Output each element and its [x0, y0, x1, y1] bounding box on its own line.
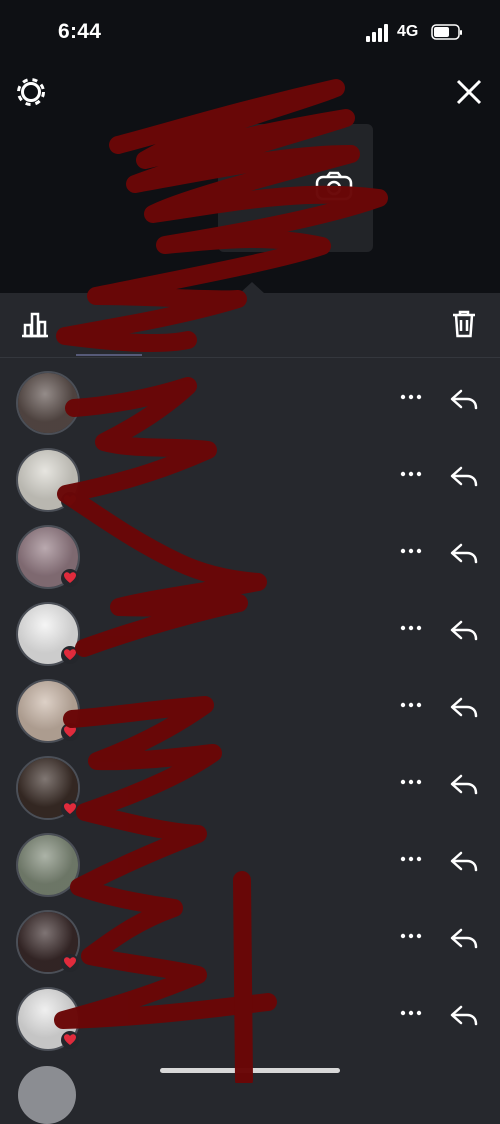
network-label: 4G: [397, 23, 419, 40]
camera-icon: [315, 171, 353, 201]
more-options-icon[interactable]: [399, 392, 423, 402]
reply-arrow-icon[interactable]: [448, 849, 480, 873]
insights-chart-icon[interactable]: [20, 309, 50, 339]
viewers-tab-indicator[interactable]: [76, 354, 142, 356]
viewer-row[interactable]: [0, 357, 500, 435]
more-options-icon[interactable]: [399, 546, 423, 556]
viewer-row[interactable]: [0, 819, 500, 897]
heart-icon: [61, 1031, 79, 1049]
reply-arrow-icon[interactable]: [448, 387, 480, 411]
reply-arrow-icon[interactable]: [448, 926, 480, 950]
more-options-icon[interactable]: [399, 777, 423, 787]
viewer-toolbar: [0, 293, 500, 358]
reply-arrow-icon[interactable]: [448, 618, 480, 642]
more-options-icon[interactable]: [399, 623, 423, 633]
viewer-row[interactable]: [0, 434, 500, 512]
viewer-row[interactable]: [0, 511, 500, 589]
signal-icon: [366, 24, 390, 42]
reply-arrow-icon[interactable]: [448, 464, 480, 488]
heart-icon: [61, 800, 79, 818]
more-options-icon[interactable]: [399, 854, 423, 864]
viewer-row[interactable]: [0, 742, 500, 820]
status-bar: 6:44 4G: [0, 0, 500, 62]
heart-icon: [61, 569, 79, 587]
heart-icon: [61, 492, 79, 510]
viewer-row[interactable]: [0, 973, 500, 1051]
viewer-row[interactable]: [0, 588, 500, 666]
heart-icon: [61, 723, 79, 741]
settings-gear-icon[interactable]: [14, 75, 48, 109]
heart-icon: [61, 646, 79, 664]
more-options-icon[interactable]: [399, 931, 423, 941]
heart-icon: [61, 954, 79, 972]
reply-arrow-icon[interactable]: [448, 772, 480, 796]
status-time: 6:44: [58, 20, 102, 43]
reply-arrow-icon[interactable]: [448, 541, 480, 565]
home-indicator: [160, 1068, 340, 1073]
viewer-row[interactable]: [0, 665, 500, 743]
avatar-partial: [18, 1066, 76, 1124]
more-options-icon[interactable]: [399, 1008, 423, 1018]
story-pointer: [240, 282, 264, 293]
battery-icon: [431, 24, 462, 40]
trash-icon[interactable]: [450, 309, 478, 339]
more-options-icon[interactable]: [399, 469, 423, 479]
avatar-image: [18, 373, 78, 433]
avatar[interactable]: [16, 371, 80, 435]
avatar-image: [18, 835, 78, 895]
more-options-icon[interactable]: [399, 700, 423, 710]
avatar[interactable]: [16, 833, 80, 897]
close-icon[interactable]: [452, 75, 486, 109]
reply-arrow-icon[interactable]: [448, 1003, 480, 1027]
reply-arrow-icon[interactable]: [448, 695, 480, 719]
viewer-row[interactable]: [0, 896, 500, 974]
